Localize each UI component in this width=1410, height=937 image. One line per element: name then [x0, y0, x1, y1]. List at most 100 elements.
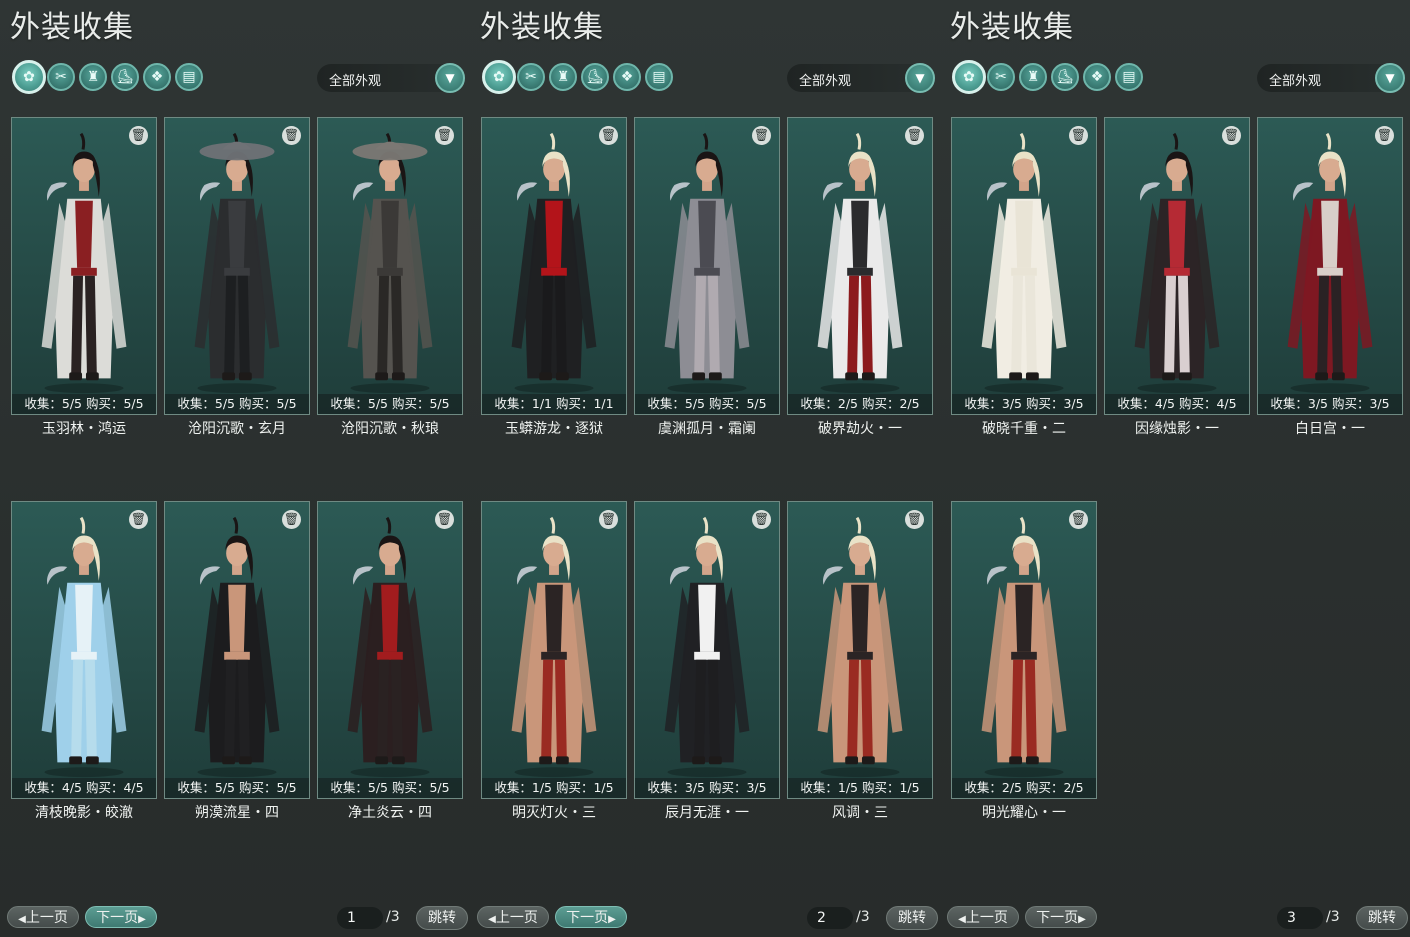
page-number-input[interactable]: 3 [1277, 907, 1323, 929]
character-figure [194, 516, 280, 778]
trash-icon[interactable]: 🗑 [752, 126, 771, 145]
outfit-name: 因缘烛影・一 [1135, 421, 1219, 437]
outfit-name: 明灭灯火・三 [512, 805, 596, 821]
character-figure [981, 516, 1067, 778]
panel-title: 外装收集 [10, 10, 134, 45]
chevron-down-icon[interactable]: ▼ [905, 63, 935, 93]
trash-icon[interactable]: 🗑 [282, 510, 301, 529]
accessory-icon[interactable]: ❖ [613, 63, 641, 91]
outfit-name: 玉羽林・鸿运 [42, 421, 126, 437]
outfit-name: 沧阳沉歌・玄月 [188, 421, 286, 437]
trash-icon[interactable]: 🗑 [435, 126, 454, 145]
accessory-icon[interactable]: ❖ [1083, 63, 1111, 91]
outfit-card[interactable]: 🗑 收集：3/5 购买：3/5 [1257, 117, 1403, 415]
appearance-filter-dropdown[interactable]: 全部外观 ▼ [1257, 63, 1405, 93]
outfit-card[interactable]: 🗑 收集：5/5 购买：5/5 [164, 117, 310, 415]
collect-buy-stats: 收集：4/5 购买：4/5 [12, 778, 156, 798]
jump-button[interactable]: 跳转 [1356, 906, 1408, 930]
trash-icon[interactable]: 🗑 [905, 126, 924, 145]
outfit-card[interactable]: 🗑 收集：5/5 购买：5/5 [317, 117, 463, 415]
outfit-name: 白日宫・一 [1295, 421, 1365, 437]
shoes-icon[interactable]: ⛸ [581, 63, 609, 91]
character-figure [664, 132, 750, 394]
outfit-card[interactable]: 🗑 收集：3/5 购买：3/5 [951, 117, 1097, 415]
next-page-button[interactable]: 下一页▶ [1025, 906, 1097, 928]
collect-buy-stats: 收集：1/5 购买：1/5 [482, 778, 626, 798]
trash-icon[interactable]: 🗑 [1222, 126, 1241, 145]
outfit-icon[interactable]: ✿ [12, 60, 46, 94]
prev-page-button[interactable]: ◀上一页 [7, 906, 79, 928]
hair-icon[interactable]: ✂ [47, 63, 75, 91]
next-page-button[interactable]: 下一页▶ [85, 906, 157, 928]
next-page-button[interactable]: 下一页▶ [555, 906, 627, 928]
trash-icon[interactable]: 🗑 [129, 126, 148, 145]
page-number-input[interactable]: 2 [807, 907, 853, 929]
accessory-icon[interactable]: ❖ [143, 63, 171, 91]
trash-icon[interactable]: 🗑 [752, 510, 771, 529]
outfit-card[interactable]: 🗑 收集：1/5 购买：1/5 [481, 501, 627, 799]
character-figure [817, 132, 903, 394]
chevron-down-icon[interactable]: ▼ [1375, 63, 1405, 93]
collect-buy-stats: 收集：2/5 购买：2/5 [952, 778, 1096, 798]
appearance-filter-dropdown[interactable]: 全部外观 ▼ [317, 63, 465, 93]
outfit-name: 清枝晚影・皎澈 [35, 805, 133, 821]
collection-panel: 外装收集 ✿ ✂ ♜ ⛸ ❖ ▤ 全部外观 ▼ 🗑 收集：1/1 购买：1/1 玉蟒游龙・逐… [470, 0, 940, 937]
outfit-card[interactable]: 🗑 收集：3/5 购买：3/5 [634, 501, 780, 799]
page-total: /3 [386, 909, 400, 925]
trash-icon[interactable]: 🗑 [1069, 126, 1088, 145]
character-figure [817, 516, 903, 778]
page-total: /3 [1326, 909, 1340, 925]
appearance-filter-dropdown[interactable]: 全部外观 ▼ [787, 63, 935, 93]
outfit-card[interactable]: 🗑 收集：5/5 购买：5/5 [634, 117, 780, 415]
character-figure [41, 132, 127, 394]
outfit-card[interactable]: 🗑 收集：5/5 购买：5/5 [164, 501, 310, 799]
trash-icon[interactable]: 🗑 [282, 126, 301, 145]
outfit-icon[interactable]: ✿ [952, 60, 986, 94]
category-icon-row: ✿ ✂ ♜ ⛸ ❖ ▤ [482, 60, 682, 95]
prev-page-button[interactable]: ◀上一页 [947, 906, 1019, 928]
character-figure [41, 516, 127, 778]
outfit-card[interactable]: 🗑 收集：2/5 购买：2/5 [951, 501, 1097, 799]
trash-icon[interactable]: 🗑 [599, 126, 618, 145]
pants-icon[interactable]: ▤ [645, 63, 673, 91]
top-icon[interactable]: ♜ [549, 63, 577, 91]
jump-button[interactable]: 跳转 [416, 906, 468, 930]
outfit-card[interactable]: 🗑 收集：4/5 购买：4/5 [1104, 117, 1250, 415]
trash-icon[interactable]: 🗑 [1069, 510, 1088, 529]
character-figure [347, 516, 433, 778]
character-figure [511, 516, 597, 778]
chevron-down-icon[interactable]: ▼ [435, 63, 465, 93]
outfit-card[interactable]: 🗑 收集：1/5 购买：1/5 [787, 501, 933, 799]
outfit-card[interactable]: 🗑 收集：4/5 购买：4/5 [11, 501, 157, 799]
page-number-input[interactable]: 1 [337, 907, 383, 929]
top-icon[interactable]: ♜ [79, 63, 107, 91]
trash-icon[interactable]: 🗑 [1375, 126, 1394, 145]
hair-icon[interactable]: ✂ [517, 63, 545, 91]
outfit-icon[interactable]: ✿ [482, 60, 516, 94]
collect-buy-stats: 收集：5/5 购买：5/5 [165, 778, 309, 798]
outfit-card[interactable]: 🗑 收集：1/1 购买：1/1 [481, 117, 627, 415]
outfit-name: 破晓千重・二 [982, 421, 1066, 437]
trash-icon[interactable]: 🗑 [129, 510, 148, 529]
hair-icon[interactable]: ✂ [987, 63, 1015, 91]
collect-buy-stats: 收集：3/5 购买：3/5 [952, 394, 1096, 414]
outfit-name: 明光耀心・一 [982, 805, 1066, 821]
collect-buy-stats: 收集：5/5 购买：5/5 [12, 394, 156, 414]
trash-icon[interactable]: 🗑 [599, 510, 618, 529]
character-figure [1134, 132, 1220, 394]
outfit-card[interactable]: 🗑 收集：5/5 购买：5/5 [317, 501, 463, 799]
category-icon-row: ✿ ✂ ♜ ⛸ ❖ ▤ [12, 60, 212, 95]
trash-icon[interactable]: 🗑 [905, 510, 924, 529]
pants-icon[interactable]: ▤ [175, 63, 203, 91]
shoes-icon[interactable]: ⛸ [111, 63, 139, 91]
trash-icon[interactable]: 🗑 [435, 510, 454, 529]
prev-page-button[interactable]: ◀上一页 [477, 906, 549, 928]
filter-label: 全部外观 [329, 74, 382, 89]
outfit-card[interactable]: 🗑 收集：5/5 购买：5/5 [11, 117, 157, 415]
jump-button[interactable]: 跳转 [886, 906, 938, 930]
top-icon[interactable]: ♜ [1019, 63, 1047, 91]
outfit-card[interactable]: 🗑 收集：2/5 购买：2/5 [787, 117, 933, 415]
pants-icon[interactable]: ▤ [1115, 63, 1143, 91]
shoes-icon[interactable]: ⛸ [1051, 63, 1079, 91]
collect-buy-stats: 收集：5/5 购买：5/5 [635, 394, 779, 414]
